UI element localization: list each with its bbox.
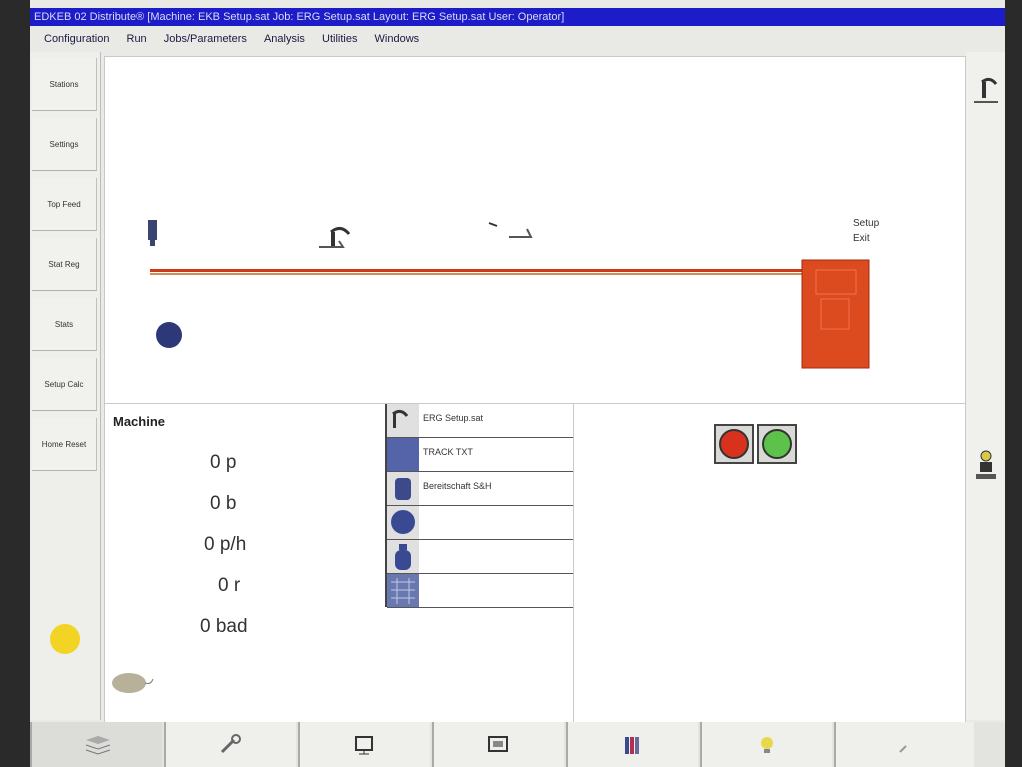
feeder-icon (387, 438, 419, 471)
stacker-icon (387, 472, 419, 505)
stop-button[interactable] (714, 424, 754, 464)
stat-batches: 0 b (210, 493, 237, 514)
machine-panel: Machine 0 p 0 b 0 p/h 0 r 0 bad ERG Setu… (104, 403, 574, 723)
feeder-station-icon[interactable] (319, 227, 351, 248)
bottle-icon (387, 540, 419, 573)
mouse-icon (109, 666, 155, 701)
sensor-icon[interactable] (148, 220, 157, 246)
station-label: ERG Setup.sat (423, 413, 484, 423)
stat-pieces: 0 p (210, 452, 237, 473)
menu-analysis[interactable]: Analysis (264, 33, 305, 45)
left-sidebar: Stations Settings Top Feed Stat Reg Stat… (30, 52, 101, 720)
svg-text:Exit: Exit (853, 233, 870, 244)
feeder-tool-icon[interactable] (968, 62, 1003, 122)
list-item[interactable]: ERG Setup.sat (387, 404, 573, 438)
sidebar-button-stats[interactable]: Stats (32, 298, 97, 351)
display-icon (488, 735, 508, 752)
control-panel (573, 403, 966, 723)
sidebar-button-setup-calc[interactable]: Setup Calc (32, 358, 97, 411)
output-station-icon[interactable]: Setup Exit (801, 218, 880, 369)
menu-bar: Configuration Run Jobs/Parameters Analys… (30, 28, 1005, 50)
operator-icon[interactable] (968, 434, 1003, 494)
menu-jobs-parameters[interactable]: Jobs/Parameters (164, 33, 247, 45)
station-icon (387, 404, 419, 437)
application-window: EDKEB 02 Distribute® [Machine: EKB Setup… (30, 0, 1005, 767)
stat-bad: 0 bad (200, 616, 248, 637)
list-item[interactable] (387, 506, 573, 540)
stat-rejects: 0 r (218, 575, 241, 596)
menu-run[interactable]: Run (127, 33, 147, 45)
lightbulb-button[interactable] (700, 722, 832, 767)
tools-icon (220, 733, 241, 753)
menu-windows[interactable]: Windows (375, 33, 420, 45)
start-button[interactable] (757, 424, 797, 464)
stop-lamp-icon (719, 429, 749, 459)
tools-button[interactable] (164, 722, 296, 767)
station-label: Bereitschaft S&H (423, 481, 492, 491)
reject-bin-icon[interactable] (156, 322, 182, 348)
machine-layout-view: Setup Exit (104, 56, 966, 404)
lightbulb-icon (761, 736, 773, 753)
right-toolbar (966, 52, 1005, 720)
station-label: TRACK TXT (423, 447, 473, 457)
sphere-icon (387, 506, 419, 539)
menu-utilities[interactable]: Utilities (322, 33, 357, 45)
menu-configuration[interactable]: Configuration (44, 33, 109, 45)
start-lamp-icon (762, 429, 792, 459)
list-item[interactable] (387, 540, 573, 574)
grid-icon (387, 574, 419, 607)
list-item[interactable]: Bereitschaft S&H (387, 472, 573, 506)
page-button[interactable] (834, 722, 974, 767)
status-indicator-light (50, 624, 80, 654)
monitor-icon (355, 735, 373, 754)
sidebar-button-top-feed[interactable]: Top Feed (32, 178, 97, 231)
list-item[interactable] (387, 574, 573, 608)
svg-text:Setup: Setup (853, 218, 880, 229)
sidebar-button-stations[interactable]: Stations (32, 58, 97, 111)
monitor-button[interactable] (298, 722, 430, 767)
stat-pieces-per-hour: 0 p/h (204, 534, 247, 555)
books-icon (625, 736, 639, 754)
page-icon (899, 744, 907, 753)
sidebar-button-home-reset[interactable]: Home Reset (32, 418, 97, 471)
conveyor-belt (150, 269, 846, 275)
bottom-toolbar (30, 722, 1005, 767)
station-marker-icon[interactable] (488, 222, 533, 238)
display-button[interactable] (432, 722, 564, 767)
sidebar-button-settings[interactable]: Settings (32, 118, 97, 171)
station-list: ERG Setup.sat TRACK TXT Bereitschaft S&H (385, 404, 573, 608)
layout-canvas: Setup Exit (148, 218, 880, 369)
title-bar: EDKEB 02 Distribute® [Machine: EKB Setup… (30, 8, 1005, 26)
sidebar-button-stat-reg[interactable]: Stat Reg (32, 238, 97, 291)
books-button[interactable] (566, 722, 698, 767)
list-item[interactable]: TRACK TXT (387, 438, 573, 472)
stack-button[interactable] (30, 722, 162, 767)
machine-panel-title: Machine (113, 414, 166, 429)
stack-icon (85, 735, 111, 755)
